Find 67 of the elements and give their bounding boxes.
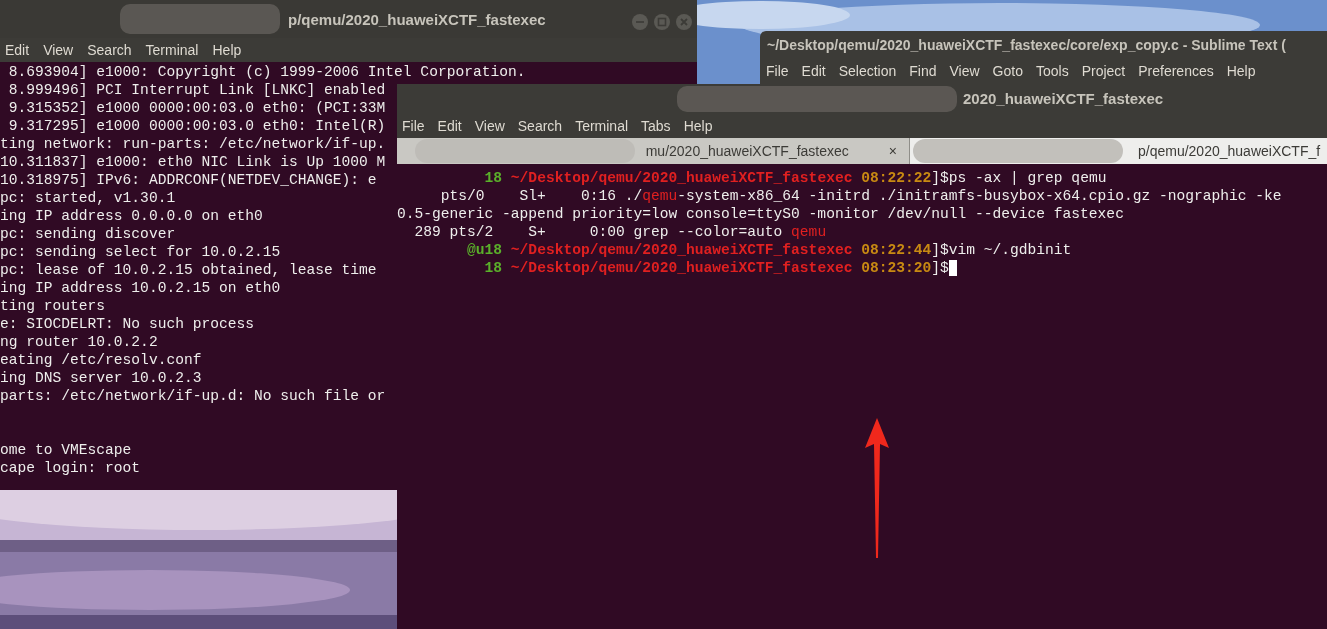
window-title: 2020_huaweiXCTF_fastexec <box>963 90 1164 107</box>
grep-match: qemu <box>642 188 678 204</box>
terminal-line: 8.693904] e1000: Copyright (c) 1999-2006 Intel Corporation. <box>7 63 526 81</box>
prompt-time: 08:23:20 <box>860 260 932 276</box>
prompt-path: ~/Desktop/qemu/2020_huaweiXCTF_fastexec <box>510 242 853 258</box>
menu-item[interactable]: Preferences <box>1138 63 1214 79</box>
terminal-line: 8.999496] PCI Interrupt Link [LNKC] enabled <box>7 81 386 99</box>
menu-item[interactable]: Project <box>1081 63 1126 79</box>
grep-match: qemu <box>791 224 827 240</box>
window-title: p/qemu/2020_huaweiXCTF_fastexec <box>288 10 546 28</box>
prompt-path: ~/Desktop/qemu/2020_huaweiXCTF_fastexec <box>510 260 853 276</box>
menu-item[interactable]: Terminal <box>145 42 199 58</box>
menu-item[interactable]: Find <box>909 63 937 79</box>
menu-item[interactable]: Help <box>212 42 242 58</box>
terminal-line: 9.317295] e1000 0000:00:03.0 eth0: Intel(R) <box>7 117 386 135</box>
terminal-line: pc: started, v1.30.1 <box>0 189 176 207</box>
maximize-icon[interactable] <box>653 13 671 31</box>
menu-item[interactable]: File <box>402 117 425 134</box>
menu-item[interactable]: Tools <box>1035 63 1069 79</box>
terminal-line: ng router 10.0.2.2 <box>0 333 158 351</box>
terminal-line: e: SIOCDELRT: No such process <box>0 315 254 333</box>
terminal-text: ]$ps -ax | grep qemu <box>931 170 1107 186</box>
menu-item[interactable]: View <box>949 63 980 79</box>
prompt-host: 18 <box>483 170 504 186</box>
terminal-line: parts: /etc/network/if-up.d: No such file or <box>0 387 386 405</box>
prompt-time: 08:22:22 <box>860 170 932 186</box>
prompt-time: 08:22:44 <box>860 242 932 258</box>
menu-item[interactable]: Edit <box>437 117 462 134</box>
minimize-icon[interactable] <box>631 13 649 31</box>
terminal-line: 10.318975] IPv6: ADDRCONF(NETDEV_CHANGE): e <box>0 171 377 189</box>
close-icon[interactable] <box>675 13 693 31</box>
prompt-path: ~/Desktop/qemu/2020_huaweiXCTF_fastexec <box>510 170 853 186</box>
terminal-text: ]$vim ~/.gdbinit <box>931 242 1072 258</box>
terminal-line: pc: sending select for 10.0.2.15 <box>0 243 281 261</box>
terminal-line: eating /etc/resolv.conf <box>0 351 202 369</box>
terminal-line: ting routers <box>0 297 106 315</box>
terminal-line: 10.311837] e1000: eth0 NIC Link is Up 1000 M <box>0 153 386 171</box>
window-title: ~/Desktop/qemu/2020_huaweiXCTF_fastexec/core/exp_copy.c - Sublime Text ( <box>767 37 1286 53</box>
terminal-line: 9.315352] e1000 0000:00:03.0 eth0: (PCI:33M <box>7 99 386 117</box>
menu-item[interactable]: Goto <box>992 63 1023 79</box>
terminal-line: ing IP address 10.0.2.15 on eth0 <box>0 279 281 297</box>
prompt-host: 18 <box>483 260 504 276</box>
menu-item[interactable]: Search <box>517 117 563 134</box>
menu-item[interactable]: Search <box>87 42 132 58</box>
menu-item[interactable]: Edit <box>5 42 30 58</box>
terminal-line: pc: sending discover <box>0 225 176 243</box>
menu-item[interactable]: Terminal <box>575 117 629 134</box>
terminal-text: 0.5-generic -append priority=low console=ttyS0 -monitor /dev/null --device fastexec <box>397 206 1124 222</box>
menu-item[interactable]: Tabs <box>641 117 671 134</box>
menu-item[interactable]: View <box>43 42 74 58</box>
terminal-text: ]$ <box>931 260 949 276</box>
terminal-line: ome to VMEscape <box>0 441 132 459</box>
terminal-line: ing DNS server 10.0.2.3 <box>0 369 202 387</box>
menu-item[interactable]: File <box>766 63 789 79</box>
menu-item[interactable]: View <box>474 117 505 134</box>
terminal-line: cape login: root <box>0 459 141 477</box>
menu-item[interactable]: Help <box>683 117 713 134</box>
terminal-text: 289 pts/2 S+ 0:00 grep --color=auto <box>413 224 784 240</box>
terminal-line: ting network: run-parts: /etc/network/if-up. <box>0 135 386 153</box>
menu-item[interactable]: Selection <box>838 63 897 79</box>
menu-item[interactable]: Edit <box>801 63 826 79</box>
menu-item[interactable]: Help <box>1226 63 1256 79</box>
terminal-text: pts/0 Sl+ 0:16 ./ <box>439 188 643 204</box>
terminal-line: pc: lease of 10.0.2.15 obtained, lease time <box>0 261 377 279</box>
terminal-line: ing IP address 0.0.0.0 on eth0 <box>0 207 263 225</box>
prompt-host: @u18 <box>466 242 504 258</box>
terminal-text: -system-x86_64 -initrd ./initramfs-busybox-x64.cpio.gz -nographic -ke <box>677 188 1282 204</box>
